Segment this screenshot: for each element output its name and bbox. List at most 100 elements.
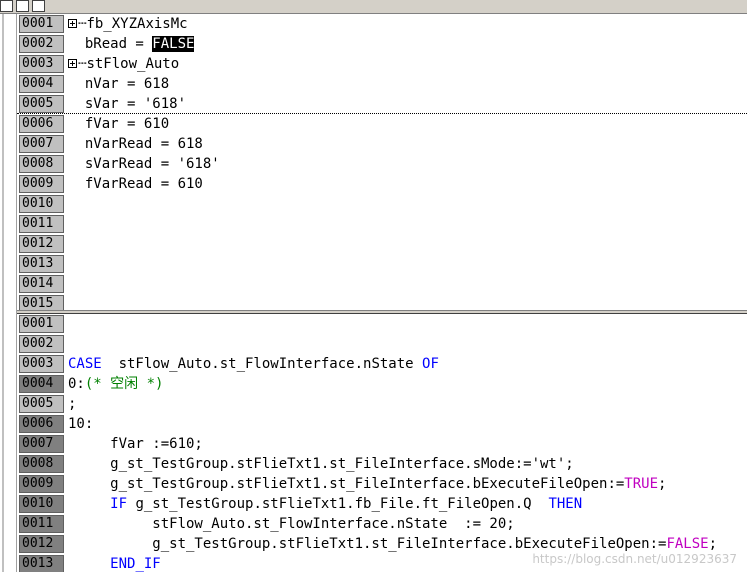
- line-number: 0012: [19, 235, 64, 253]
- line-number: 0013: [19, 555, 64, 572]
- code-line[interactable]: 0011: [17, 214, 747, 234]
- expand-plus-icon[interactable]: [68, 19, 77, 28]
- code-line[interactable]: 0009 fVarRead = 610: [17, 174, 747, 194]
- code-line[interactable]: 0002: [17, 334, 747, 354]
- code-text: fVarRead = 610: [68, 174, 203, 194]
- code-token: ;: [658, 476, 667, 492]
- code-editor-pane[interactable]: 0001 0002 0003 CASE stFlow_Auto.st_FlowInte…: [17, 314, 747, 572]
- code-line[interactable]: 0013: [17, 254, 747, 274]
- code-token: stFlow_Auto.st_FlowInterface.nState := 2…: [68, 516, 515, 532]
- code-text: fVar = 610: [68, 114, 169, 134]
- code-text: fVar :=610;: [68, 434, 203, 454]
- code-line[interactable]: 0009 g_st_TestGroup.stFlieTxt1.st_FileIn…: [17, 474, 747, 494]
- code-line[interactable]: 0003 ┄stFlow_Auto: [17, 54, 747, 74]
- toolbar-button-3[interactable]: [32, 0, 45, 12]
- watermark: https://blog.csdn.net/u012923637: [532, 552, 737, 566]
- line-number: 0015: [19, 295, 64, 310]
- code-line[interactable]: 0003 CASE stFlow_Auto.st_FlowInterface.nS…: [17, 354, 747, 374]
- bool-literal-token: TRUE: [624, 476, 659, 492]
- left-gutter: [0, 14, 17, 572]
- keyword-token: THEN: [548, 496, 583, 512]
- line-number: 0012: [19, 535, 64, 553]
- code-line[interactable]: 0010: [17, 194, 747, 214]
- line-number: 0003: [19, 55, 64, 73]
- code-line[interactable]: 0001 ┄fb_XYZAxisMc: [17, 14, 747, 34]
- code-text: 10:: [68, 414, 93, 434]
- line-number: 0010: [19, 495, 64, 513]
- code-line[interactable]: 0006 fVar = 610: [17, 114, 747, 134]
- code-text: nVarRead = 618: [68, 134, 203, 154]
- code-line[interactable]: 0015: [17, 294, 747, 310]
- code-text: g_st_TestGroup.stFlieTxt1.st_FileInterfa…: [68, 454, 574, 474]
- line-number: 0008: [19, 455, 64, 473]
- code-token: sVarRead = '618': [84, 156, 220, 172]
- code-token: 10:: [68, 416, 94, 432]
- line-number: 0011: [19, 515, 64, 533]
- toolbar-button-1[interactable]: [0, 0, 13, 12]
- value-highlight[interactable]: FALSE: [152, 36, 195, 52]
- code-token: nVar = 618: [84, 76, 170, 92]
- code-text: bRead = FALSE: [68, 34, 195, 54]
- line-number: 0003: [19, 355, 64, 373]
- code-line[interactable]: 0006 10:: [17, 414, 747, 434]
- toolbar-button-2[interactable]: [16, 0, 29, 12]
- code-line[interactable]: 0001: [17, 314, 747, 334]
- code-text: 0:(* 空闲 *): [68, 374, 163, 394]
- code-text: IF g_st_TestGroup.stFlieTxt1.fb_File.ft_…: [68, 494, 582, 514]
- code-line[interactable]: 0014: [17, 274, 747, 294]
- code-line[interactable]: 0008 g_st_TestGroup.stFlieTxt1.st_FileIn…: [17, 454, 747, 474]
- code-line[interactable]: 0010 IF g_st_TestGroup.stFlieTxt1.fb_Fil…: [17, 494, 747, 514]
- code-text: stFlow_Auto.st_FlowInterface.nState := 2…: [68, 514, 515, 534]
- code-line[interactable]: 0002 bRead = FALSE: [17, 34, 747, 54]
- code-token: fb_XYZAxisMc: [86, 16, 188, 32]
- expand-plus-icon[interactable]: [68, 59, 77, 68]
- code-token: fVar :=610;: [68, 436, 203, 452]
- keyword-token: END_IF: [110, 556, 161, 572]
- code-line[interactable]: 0005;: [17, 394, 747, 414]
- code-text: sVarRead = '618': [68, 154, 220, 174]
- code-token: g_st_TestGroup.stFlieTxt1.st_FileInterfa…: [68, 456, 574, 472]
- line-number: 0002: [19, 335, 64, 353]
- code-line[interactable]: 0004 0:(* 空闲 *): [17, 374, 747, 394]
- variable-watch-pane[interactable]: 0001 ┄fb_XYZAxisMc 0002 bRead = FALSE 0003 ┄…: [17, 14, 747, 310]
- code-line[interactable]: 0011 stFlow_Auto.st_FlowInterface.nState…: [17, 514, 747, 534]
- line-number: 0011: [19, 215, 64, 233]
- line-number: 0013: [19, 255, 64, 273]
- code-text: ┄stFlow_Auto: [68, 54, 179, 74]
- code-text: ;: [68, 394, 76, 414]
- code-text: END_IF: [68, 554, 161, 572]
- line-number: 0005: [19, 395, 64, 413]
- keyword-token: CASE: [68, 356, 102, 372]
- line-number: 0005: [19, 95, 64, 113]
- code-text: g_st_TestGroup.stFlieTxt1.st_FileInterfa…: [68, 474, 666, 494]
- line-number: 0008: [19, 155, 64, 173]
- code-token: ;: [68, 396, 77, 412]
- line-number: 0007: [19, 435, 64, 453]
- code-line[interactable]: 0005 sVar = '618': [17, 94, 747, 114]
- code-token: 0:: [68, 376, 85, 392]
- toolbar: [0, 0, 747, 14]
- line-number: 0010: [19, 195, 64, 213]
- code-token: fVarRead = 610: [84, 176, 203, 192]
- code-token: g_st_TestGroup.stFlieTxt1.st_FileInterfa…: [68, 536, 667, 552]
- keyword-token: OF: [422, 356, 439, 372]
- code-line[interactable]: 0012 g_st_TestGroup.stFlieTxt1.st_FileIn…: [17, 534, 747, 554]
- code-line[interactable]: 0007 nVarRead = 618: [17, 134, 747, 154]
- code-token: g_st_TestGroup.stFlieTxt1.st_FileInterfa…: [68, 476, 625, 492]
- code-line[interactable]: 0007 fVar :=610;: [17, 434, 747, 454]
- keyword-token: IF: [110, 496, 128, 512]
- code-line[interactable]: 0004 nVar = 618: [17, 74, 747, 94]
- code-token: fVar = 610: [84, 116, 170, 132]
- code-text: CASE stFlow_Auto.st_FlowInterface.nState…: [68, 354, 439, 374]
- code-text: sVar = '618': [68, 94, 186, 114]
- line-number: 0009: [19, 175, 64, 193]
- code-line[interactable]: 0008 sVarRead = '618': [17, 154, 747, 174]
- code-text: nVar = 618: [68, 74, 169, 94]
- code-line[interactable]: 0012: [17, 234, 747, 254]
- line-number: 0001: [19, 315, 64, 333]
